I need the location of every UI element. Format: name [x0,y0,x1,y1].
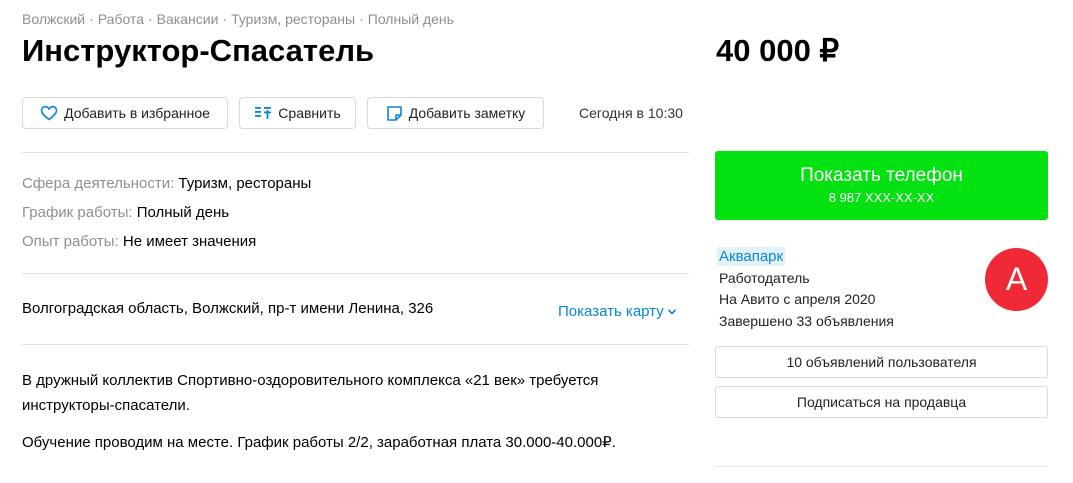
add-favorite-button[interactable]: Добавить в избранное [22,97,228,129]
masked-phone-number: 8 987 XXX-XX-XX [828,190,935,205]
divider [22,344,689,345]
breadcrumb: Волжский · Работа · Вакансии · Туризм, рестора… [22,11,454,27]
breadcrumb-item[interactable]: Волжский [22,11,85,27]
param-label: Сфера деятельности: [22,175,175,192]
show-phone-button[interactable]: Показать телефон 8 987 XXX-XX-XX [715,151,1048,220]
chevron-down-icon [667,308,676,315]
add-note-label: Добавить заметку [408,105,526,121]
breadcrumb-separator: · [222,11,228,27]
breadcrumb-item[interactable]: Работа [98,11,144,27]
param-label: Опыт работы: [22,233,119,250]
seller-since: На Авито с апреля 2020 [719,291,876,307]
divider [22,152,689,153]
seller-completed: Завершено 33 объявления [719,313,894,329]
param-label: График работы: [22,204,133,221]
heart-icon [40,105,58,121]
compare-button[interactable]: Сравнить [239,97,356,129]
description-paragraph: Обучение проводим на месте. График работ… [22,434,616,451]
publish-date: Сегодня в 10:30 [579,105,683,121]
param-value: Туризм, рестораны [178,175,312,192]
avatar[interactable]: А [985,248,1048,311]
note-icon [386,105,402,121]
compare-label: Сравнить [278,105,341,121]
show-phone-label: Показать телефон [800,165,963,186]
price: 40 000 ₽ [716,33,840,68]
description-paragraph: В дружный коллектив Спортивно-оздоровите… [22,372,599,414]
param-schedule: График работы: Полный день [22,204,229,221]
breadcrumb-separator: · [148,11,153,27]
breadcrumb-item[interactable]: Вакансии [157,11,219,27]
address: Волгоградская область, Волжский, пр-т им… [22,300,434,317]
breadcrumb-item[interactable]: Полный день [368,11,454,27]
compare-icon [255,107,272,119]
param-value: Не имеет значения [122,233,257,250]
seller-type: Работодатель [719,270,810,286]
breadcrumb-separator: · [89,11,94,27]
listing-page: Волжский · Работа · Вакансии · Туризм, рестора… [0,0,1073,483]
page-title: Инструктор-Спасатель [22,33,375,68]
seller-name-link[interactable]: Аквапарк [717,247,786,266]
show-map-label: Показать карту [558,303,664,320]
divider [22,273,689,274]
subscribe-seller-button[interactable]: Подписаться на продавца [715,386,1048,418]
seller-listings-button[interactable]: 10 объявлений пользователя [715,346,1048,378]
param-experience: Опыт работы: Не имеет значения [22,233,256,250]
show-map-link[interactable]: Показать карту [558,303,677,320]
add-note-button[interactable]: Добавить заметку [367,97,544,129]
param-field: Сфера деятельности: Туризм, рестораны [22,175,311,192]
add-favorite-label: Добавить в избранное [64,105,210,121]
breadcrumb-separator: · [359,11,364,27]
param-value: Полный день [136,204,230,221]
breadcrumb-item[interactable]: Туризм, рестораны [231,11,355,27]
divider [715,466,1048,467]
